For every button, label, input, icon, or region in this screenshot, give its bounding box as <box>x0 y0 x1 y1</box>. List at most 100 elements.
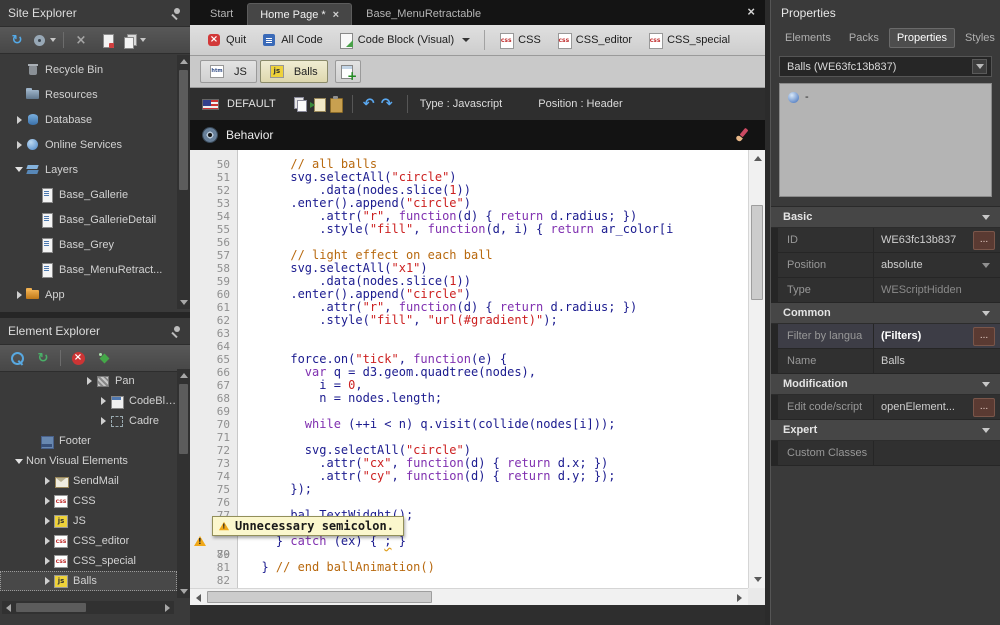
scroll-up-icon[interactable] <box>177 369 190 382</box>
close-tab-icon[interactable]: × <box>333 9 339 21</box>
site-copy-dropdown-button[interactable] <box>121 29 148 51</box>
element-item-footer[interactable]: Footer <box>0 431 177 451</box>
collapse-icon[interactable] <box>982 311 990 316</box>
property-section-expert[interactable]: Expert <box>771 420 1000 441</box>
paste-in-icon[interactable] <box>310 96 326 112</box>
site-close-button[interactable] <box>69 29 93 51</box>
file-tab-js[interactable]: JS <box>200 60 257 83</box>
element-item-css-special[interactable]: CSS_special <box>0 551 177 571</box>
editor-vscrollbar[interactable] <box>748 150 765 588</box>
property-section-common[interactable]: Common <box>771 303 1000 324</box>
element-item-css[interactable]: CSS <box>0 491 177 511</box>
collapse-icon[interactable] <box>982 382 990 387</box>
close-document-icon[interactable]: × <box>747 5 755 18</box>
element-item-pan[interactable]: Pan <box>0 371 177 391</box>
property-value-custom-classes[interactable] <box>873 441 995 465</box>
tree-arrow-icon[interactable] <box>40 577 54 585</box>
code-editor[interactable]: 5051525354555657585960616263646566676869… <box>190 150 765 605</box>
site-item-database[interactable]: Database <box>0 107 177 132</box>
element-wand-button[interactable] <box>92 347 116 369</box>
scroll-right-icon[interactable] <box>161 601 174 614</box>
property-value-filter-by-langua[interactable]: (Filters) <box>873 324 970 348</box>
element-item-sendmail[interactable]: SendMail <box>0 471 177 491</box>
scroll-down-icon[interactable] <box>177 296 190 309</box>
property-value-id[interactable]: WE63fc13b837 <box>873 228 970 252</box>
site-sync-button[interactable] <box>5 29 29 51</box>
tree-arrow-icon[interactable] <box>12 141 26 149</box>
site-item-resources[interactable]: Resources <box>0 82 177 107</box>
redo-icon[interactable] <box>379 96 395 112</box>
scroll-thumb[interactable] <box>179 384 188 454</box>
code-block-visual-button[interactable]: Code Block (Visual) <box>332 30 477 50</box>
site-new-page-button[interactable] <box>95 29 119 51</box>
brush-icon[interactable] <box>735 128 749 142</box>
collapse-icon[interactable] <box>982 215 990 220</box>
quit-button[interactable]: Quit <box>200 30 253 50</box>
language-flag-icon[interactable] <box>202 99 219 110</box>
pin-icon[interactable] <box>170 7 182 19</box>
site-item-online-services[interactable]: Online Services <box>0 132 177 157</box>
all-code-button[interactable]: All Code <box>255 30 330 50</box>
tree-arrow-icon[interactable] <box>12 167 26 172</box>
properties-tab-packs[interactable]: Packs <box>841 28 887 48</box>
ellipsis-button[interactable]: ... <box>973 398 995 417</box>
clipboard-icon[interactable] <box>328 96 344 112</box>
site-item-app[interactable]: App <box>0 282 177 307</box>
scroll-thumb[interactable] <box>207 591 432 603</box>
language-label[interactable]: DEFAULT <box>227 98 276 110</box>
properties-tab-properties[interactable]: Properties <box>889 28 955 48</box>
scroll-left-icon[interactable] <box>190 589 207 606</box>
tree-arrow-icon[interactable] <box>12 291 26 299</box>
element-tree-hscrollbar[interactable] <box>2 601 174 614</box>
ellipsis-button[interactable]: ... <box>973 327 995 346</box>
element-selector[interactable]: Balls (WE63fc13b837) <box>779 56 992 77</box>
css-button[interactable]: CSS <box>492 30 548 50</box>
scroll-up-icon[interactable] <box>749 150 766 167</box>
property-value-edit-code-script[interactable]: openElement... <box>873 395 970 419</box>
property-section-basic[interactable]: Basic <box>771 207 1000 228</box>
tree-arrow-icon[interactable] <box>96 417 110 425</box>
tree-arrow-icon[interactable] <box>40 477 54 485</box>
undo-icon[interactable] <box>361 96 377 112</box>
document-tab-base-menuretractable[interactable]: Base_MenuRetractable <box>354 3 493 25</box>
site-tree-scrollbar[interactable] <box>177 55 190 309</box>
css-editor-button[interactable]: CSS_editor <box>550 30 639 50</box>
tree-arrow-icon[interactable] <box>12 459 26 464</box>
element-delete-button[interactable] <box>66 347 90 369</box>
site-item-base-grey[interactable]: Base_Grey <box>0 232 177 257</box>
scroll-right-icon[interactable] <box>731 589 748 606</box>
site-item-layers[interactable]: Layers <box>0 157 177 182</box>
element-item-cadre[interactable]: Cadre <box>0 411 177 431</box>
ellipsis-button[interactable]: ... <box>973 231 995 250</box>
tree-arrow-icon[interactable] <box>40 497 54 505</box>
copy-icon[interactable] <box>292 96 308 112</box>
element-refresh-button[interactable] <box>31 347 55 369</box>
scroll-left-icon[interactable] <box>2 601 15 614</box>
scroll-down-icon[interactable] <box>749 571 766 588</box>
site-gear-dropdown-button[interactable] <box>31 29 58 51</box>
tree-arrow-icon[interactable] <box>12 116 26 124</box>
site-item-recycle-bin[interactable]: Recycle Bin <box>0 57 177 82</box>
scroll-down-icon[interactable] <box>177 585 190 598</box>
collapse-icon[interactable] <box>982 428 990 433</box>
tree-arrow-icon[interactable] <box>82 377 96 385</box>
dropdown-icon[interactable] <box>982 263 990 268</box>
properties-tab-elements[interactable]: Elements <box>777 28 839 48</box>
scroll-thumb[interactable] <box>179 70 188 190</box>
element-item-js[interactable]: JS <box>0 511 177 531</box>
site-item-base-menuretract[interactable]: Base_MenuRetract... <box>0 257 177 282</box>
file-tab-balls[interactable]: Balls <box>260 60 328 83</box>
tree-arrow-icon[interactable] <box>40 557 54 565</box>
scroll-thumb[interactable] <box>751 205 763 300</box>
element-tree-vscrollbar[interactable] <box>177 369 190 598</box>
add-tab-button[interactable] <box>335 60 361 83</box>
document-tab-start[interactable]: Start <box>198 3 245 25</box>
scroll-up-icon[interactable] <box>177 55 190 68</box>
document-tab-home-page[interactable]: Home Page *× <box>247 3 352 25</box>
element-item-codeblock[interactable]: CodeBlock ( <box>0 391 177 411</box>
chevron-down-icon[interactable] <box>972 59 987 74</box>
element-item-non-visual-elements[interactable]: Non Visual Elements <box>0 451 177 471</box>
tree-arrow-icon[interactable] <box>96 397 110 405</box>
property-value-type[interactable]: WEScriptHidden <box>873 278 995 302</box>
site-item-base-gallerie[interactable]: Base_Gallerie <box>0 182 177 207</box>
